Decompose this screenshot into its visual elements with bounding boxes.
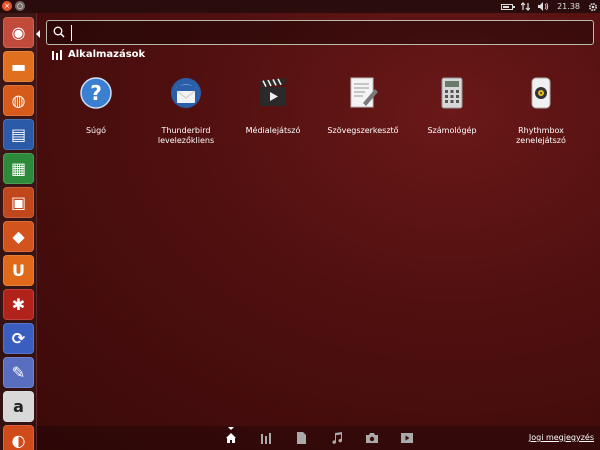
ubuntu-one-icon: U xyxy=(12,261,25,280)
app-label: Médialejátszó xyxy=(245,126,301,135)
active-lens-indicator xyxy=(228,427,234,430)
app-label: Rhythmbox zenelejátszó xyxy=(516,126,566,145)
thunderbird-icon xyxy=(171,78,201,108)
top-panel: × ○ 21.38 xyxy=(0,0,600,13)
media-player-icon xyxy=(260,78,286,106)
legal-notice-link[interactable]: Jogi megjegyzés xyxy=(529,433,594,442)
libreoffice-calc-icon: ▦ xyxy=(10,159,27,178)
clock[interactable]: 21.38 xyxy=(557,2,580,11)
app-label: Thunderbird levelezőkliens xyxy=(157,126,215,145)
launcher-item-software-center[interactable]: ◆ xyxy=(3,221,34,252)
music-lens-icon[interactable] xyxy=(331,432,343,444)
launcher-item-dash-home[interactable]: ◉ xyxy=(3,17,34,48)
launcher-item-home-folder[interactable]: ▬ xyxy=(3,51,34,82)
home-folder-icon: ▬ xyxy=(10,57,27,76)
category-header[interactable]: Alkalmazások xyxy=(52,49,145,60)
active-launcher-indicator xyxy=(36,30,40,38)
svg-text:?: ? xyxy=(90,81,102,105)
search-input[interactable] xyxy=(73,23,573,43)
session-gear-icon[interactable] xyxy=(588,2,598,12)
files-lens-icon[interactable] xyxy=(295,432,307,444)
firefox-icon: ◍ xyxy=(11,91,26,110)
close-button[interactable]: × xyxy=(2,1,12,11)
app-label: Súgó xyxy=(85,126,107,135)
launcher-item-libreoffice-calc[interactable]: ▦ xyxy=(3,153,34,184)
app-text-editor[interactable]: Szövegszerkesztő xyxy=(318,75,408,136)
amazon-icon: a xyxy=(13,397,24,416)
launcher-item-libreoffice-writer[interactable]: ▤ xyxy=(3,119,34,150)
help-icon: ? xyxy=(80,77,112,109)
applications-category-icon xyxy=(52,49,62,60)
text-editor-icon xyxy=(350,77,378,108)
software-center-icon: ◆ xyxy=(12,227,25,246)
category-label: Alkalmazások xyxy=(68,49,146,60)
update-manager-icon: ⟳ xyxy=(11,329,26,348)
workspace-switcher-icon: ✎ xyxy=(11,363,26,382)
maximize-button[interactable]: ○ xyxy=(15,1,25,11)
lens-bar: Jogi megjegyzés xyxy=(37,426,600,450)
window-controls: × ○ xyxy=(2,1,25,11)
battery-icon[interactable] xyxy=(501,3,516,10)
dash-search-box[interactable] xyxy=(46,20,594,45)
network-icon[interactable] xyxy=(521,2,531,11)
app-label: Szövegszerkesztő xyxy=(327,126,399,135)
app-calculator[interactable]: Számológép xyxy=(407,75,497,136)
launcher-item-amazon[interactable]: a xyxy=(3,391,34,422)
launcher-item-workspace-switcher[interactable]: ✎ xyxy=(3,357,34,388)
launcher: ◉ ▬ ◍ ▤ ▦ ▣ ◆ U ✱ ⟳ ✎ a ◐ xyxy=(0,13,37,450)
video-lens-icon[interactable] xyxy=(401,432,413,444)
launcher-item-update-manager[interactable]: ⟳ xyxy=(3,323,34,354)
calculator-icon xyxy=(441,77,463,109)
app-label: Számológép xyxy=(427,126,477,135)
volume-icon[interactable] xyxy=(538,2,549,11)
system-settings-icon: ✱ xyxy=(11,295,26,314)
launcher-item-libreoffice-impress[interactable]: ▣ xyxy=(3,187,34,218)
applications-lens-icon[interactable] xyxy=(260,432,272,444)
text-cursor xyxy=(71,25,72,41)
launcher-item-firefox[interactable]: ◍ xyxy=(3,85,34,116)
launcher-item-trash[interactable]: ◐ xyxy=(3,425,34,450)
photos-lens-icon[interactable] xyxy=(366,432,378,444)
app-rhythmbox[interactable]: Rhythmbox zenelejátszó xyxy=(496,75,586,146)
app-help[interactable]: ? Súgó xyxy=(51,75,141,136)
trash-icon: ◐ xyxy=(11,431,26,450)
app-media-player[interactable]: Médialejátszó xyxy=(228,75,318,136)
libreoffice-writer-icon: ▤ xyxy=(10,125,27,144)
search-icon xyxy=(53,26,65,38)
launcher-item-system-settings[interactable]: ✱ xyxy=(3,289,34,320)
home-lens-icon[interactable] xyxy=(225,432,237,444)
libreoffice-impress-icon: ▣ xyxy=(10,193,27,212)
dash-home-icon: ◉ xyxy=(11,23,26,42)
launcher-item-ubuntu-one[interactable]: U xyxy=(3,255,34,286)
rhythmbox-icon xyxy=(531,77,551,109)
app-thunderbird[interactable]: Thunderbird levelezőkliens xyxy=(141,75,231,146)
indicator-area: 21.38 xyxy=(501,0,598,13)
